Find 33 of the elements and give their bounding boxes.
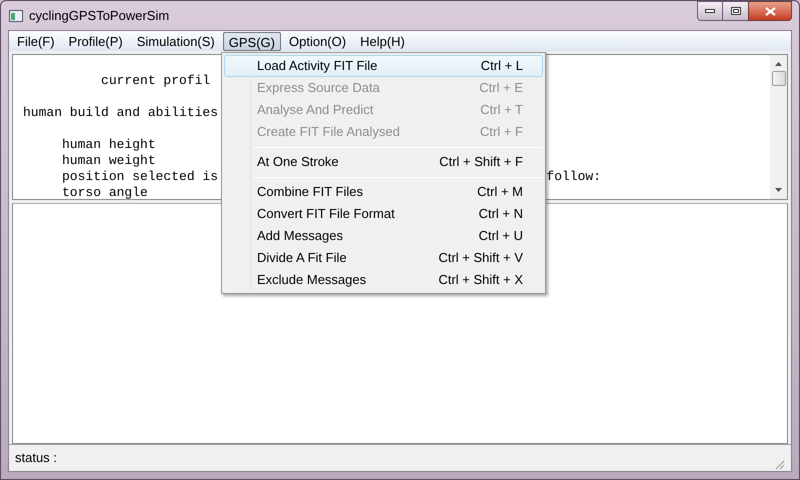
menu-option[interactable]: Add Messages Ctrl + U [224,225,543,247]
status-text: status : [15,449,57,468]
maximize-icon [730,7,740,15]
close-button[interactable] [748,1,792,21]
menu-item[interactable]: Profile(P) [62,32,129,50]
menu-item[interactable]: Help(H) [354,32,411,50]
text-line: torso angle [61,185,148,199]
text-line: human build and abilities [23,105,218,121]
maximize-button[interactable] [723,1,748,21]
resize-grip-icon[interactable] [774,459,785,470]
menu-option[interactable]: At One Stroke Ctrl + Shift + F [224,151,543,173]
menu-item[interactable]: Simulation(S) [130,32,221,50]
menu-option[interactable]: Load Activity FIT File Ctrl + L [224,55,543,77]
text-line: human weight [61,153,156,169]
menu-option[interactable]: Exclude Messages Ctrl + Shift + X [224,269,543,291]
menu-option[interactable]: Divide A Fit File Ctrl + Shift + V [224,247,543,269]
text-line: current profil [100,73,210,89]
text-line: follow: [546,169,601,185]
window-title: cyclingGPSToPowerSim [29,6,170,25]
minimize-button[interactable] [697,1,723,21]
menu-option[interactable]: Convert FIT File Format Ctrl + N [224,203,543,225]
text-line: human height [61,137,156,153]
scroll-up-icon[interactable] [775,62,782,66]
menu-item[interactable]: GPS(G) [222,32,281,50]
menu-option[interactable]: Combine FIT Files Ctrl + M [224,181,543,203]
menu-item[interactable]: File(F) [11,32,61,50]
close-icon [764,6,776,16]
minimize-icon [705,9,715,13]
app-icon [9,10,23,22]
text-line: position selected is [61,169,218,185]
menu-item[interactable]: Option(O) [283,32,352,50]
scroll-down-icon[interactable] [775,188,782,192]
scroll-thumb[interactable] [772,71,786,86]
